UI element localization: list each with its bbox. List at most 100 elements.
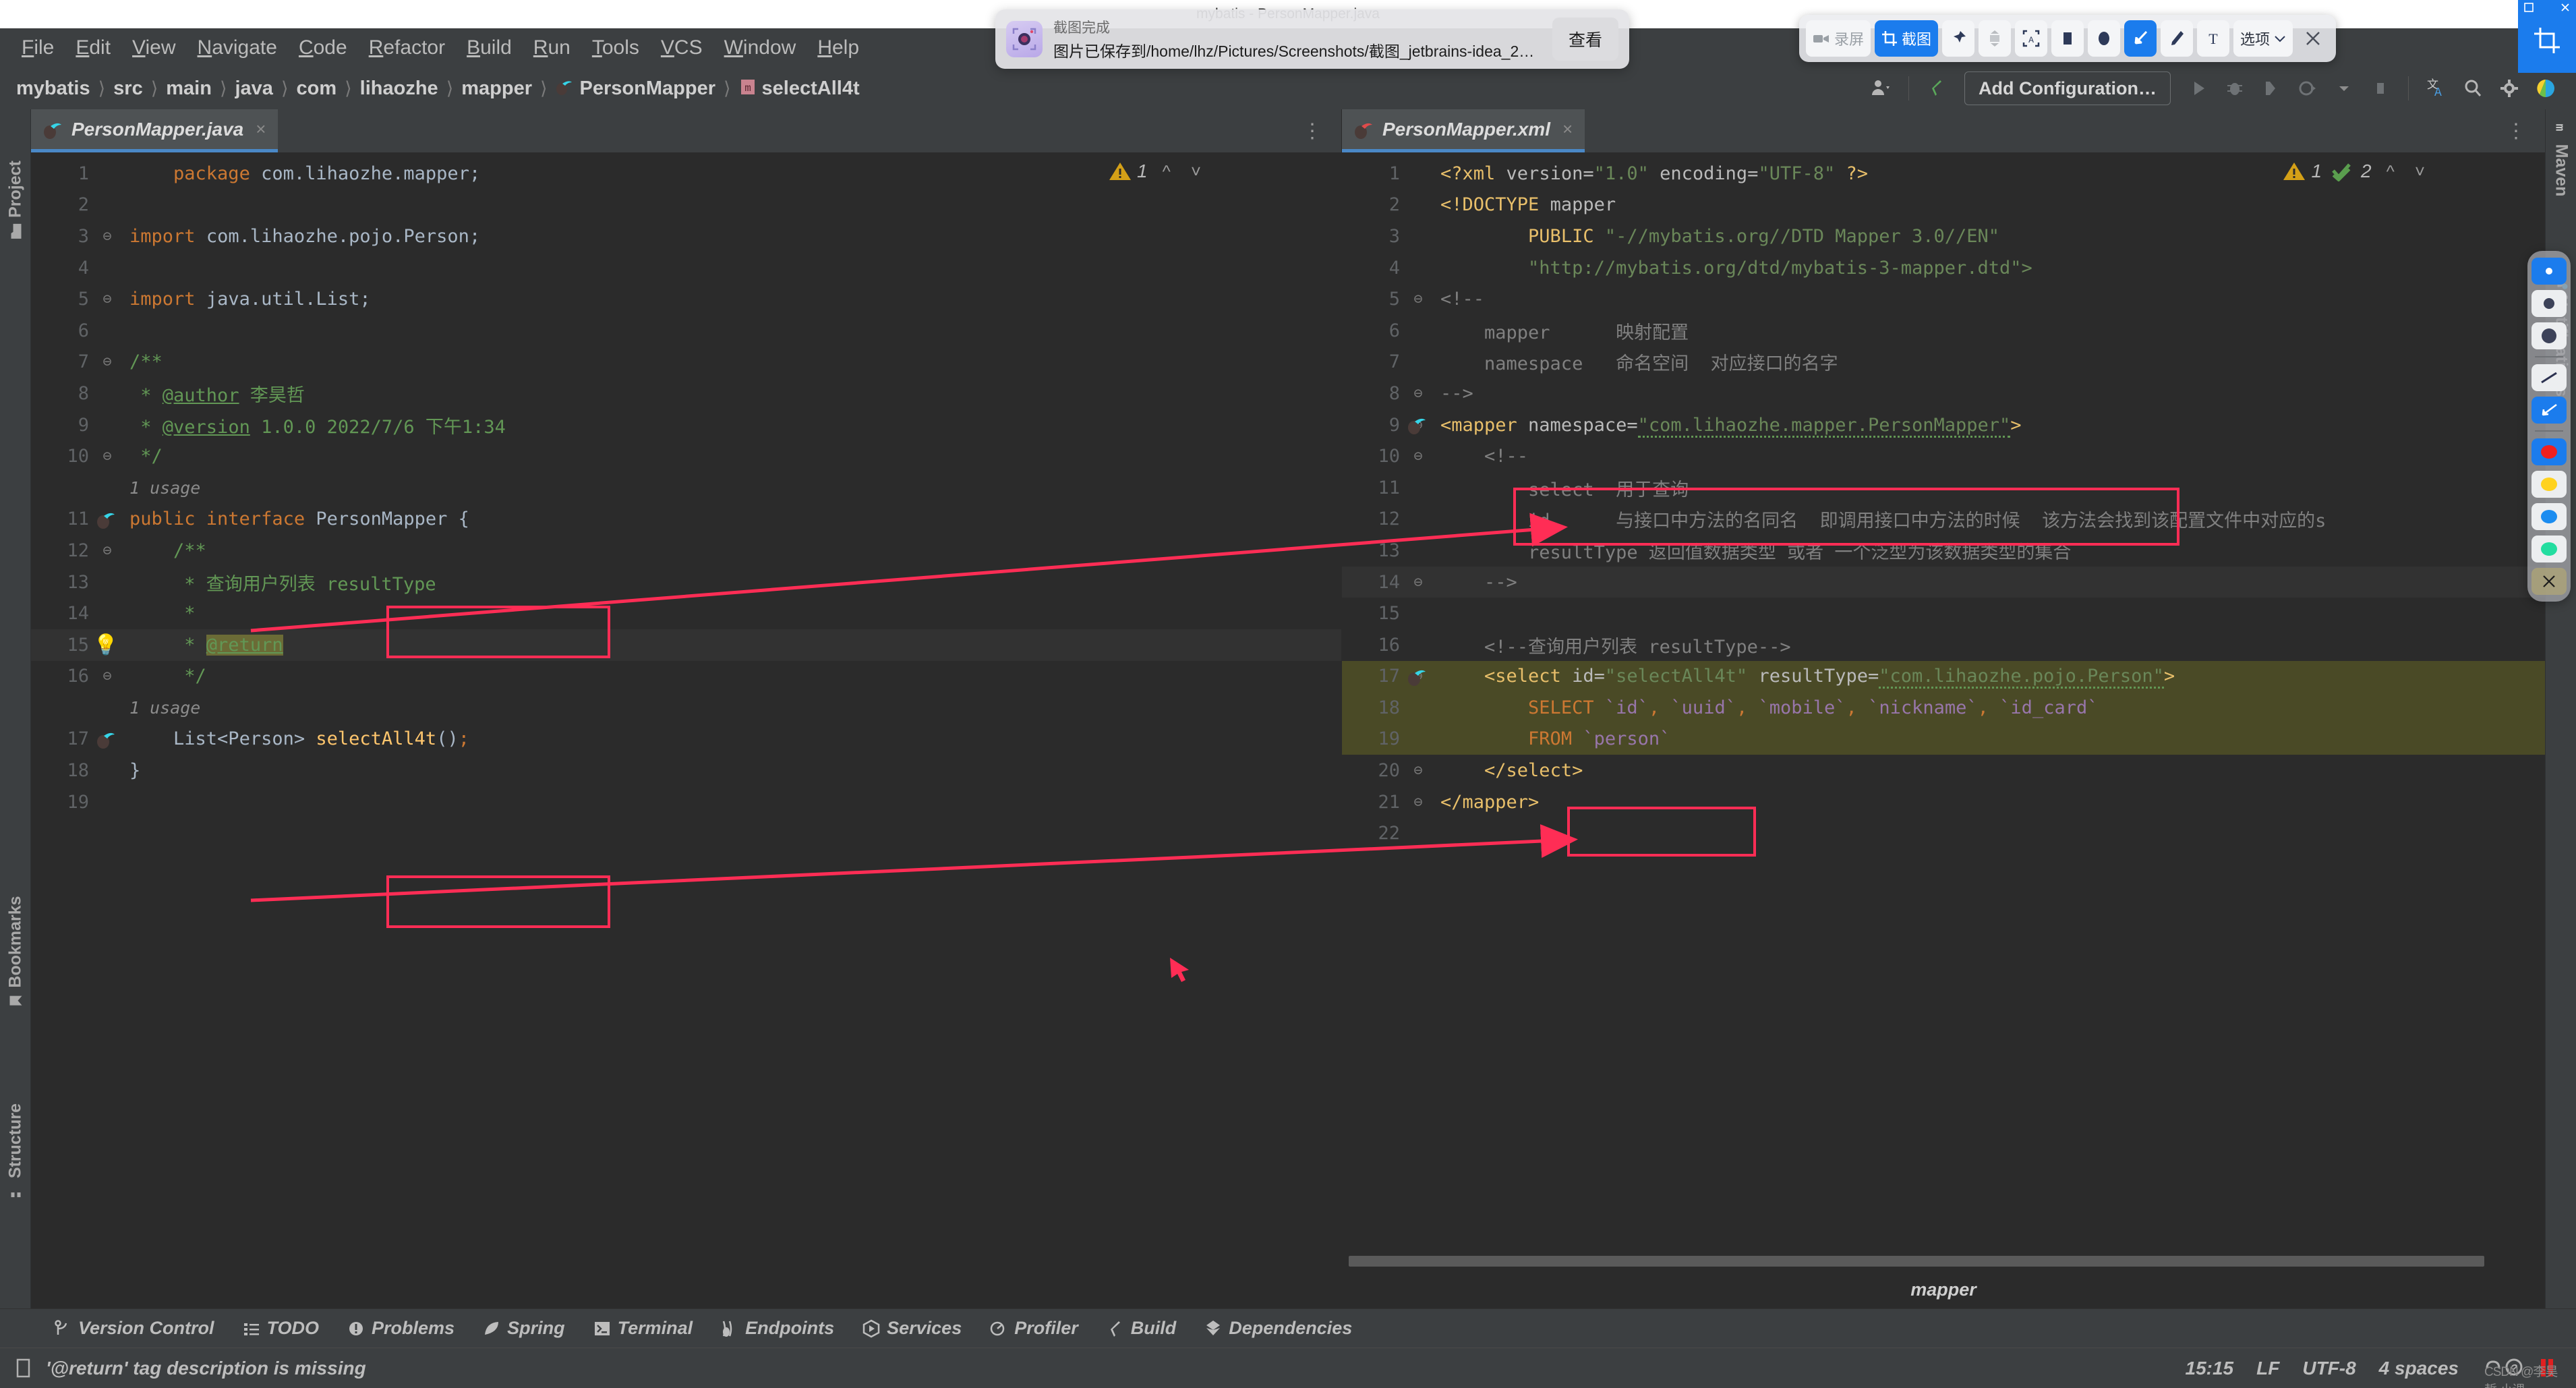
menu-code[interactable]: Code — [288, 34, 358, 62]
breadcrumb-selectall4t[interactable]: selectAll4t — [762, 78, 860, 100]
run-configuration-selector[interactable]: Add Configuration… — [1964, 71, 2171, 105]
capture-confirm-button[interactable] — [2518, 8, 2576, 73]
check-count-chip[interactable]: 2 — [2331, 161, 2372, 182]
maximize-icon[interactable] — [2523, 2, 2534, 13]
menu-build[interactable]: Build — [456, 34, 523, 62]
tool-todo[interactable]: TODO — [243, 1318, 319, 1339]
color-red-button[interactable] — [2531, 438, 2567, 465]
fold-marker[interactable]: ⊖ — [1400, 762, 1436, 779]
warning-count-chip[interactable]: 1 — [1109, 161, 1148, 182]
debug-icon[interactable] — [2217, 71, 2253, 105]
stroke-size-medium-button[interactable] — [2531, 290, 2567, 317]
breadcrumb-main[interactable]: main — [166, 78, 212, 100]
next-problem-icon[interactable]: ˅ — [2409, 161, 2430, 182]
intention-bulb-icon[interactable]: 💡 — [93, 633, 118, 657]
fold-marker[interactable]: ⊖ — [1400, 291, 1436, 308]
java-code-view[interactable]: 1 ^ ˅ 1 package com.lihaozhe.mapper; 2 3 ⊖ i… — [31, 152, 1341, 1308]
sidebar-item-maven[interactable]: m Maven — [2551, 123, 2571, 197]
profile-icon[interactable] — [2289, 71, 2326, 105]
pen-tool-button[interactable] — [2161, 20, 2194, 57]
stop-icon[interactable] — [2362, 71, 2399, 105]
close-palette-button[interactable] — [2531, 568, 2567, 595]
close-icon[interactable] — [2560, 2, 2571, 13]
options-button[interactable]: 选项 — [2233, 20, 2293, 57]
caret-position[interactable]: 15:15 — [2186, 1358, 2234, 1379]
color-blue-button[interactable] — [2531, 503, 2567, 530]
fold-marker[interactable]: ⊖ — [1400, 574, 1436, 591]
arrow-style-button[interactable] — [2531, 397, 2567, 424]
java-inspection-widget[interactable]: 1 ^ ˅ — [1109, 161, 1206, 182]
pin-button[interactable] — [1942, 20, 1975, 57]
menu-help[interactable]: Help — [807, 34, 870, 62]
horizontal-scrollbar[interactable] — [1349, 1256, 2484, 1267]
tool-endpoints[interactable]: Endpoints — [721, 1318, 834, 1339]
memory-indicator-icon[interactable] — [13, 1357, 34, 1380]
menu-view[interactable]: View — [121, 34, 186, 62]
next-problem-icon[interactable]: ˅ — [1185, 161, 1206, 182]
settings-gear-icon[interactable] — [2491, 71, 2527, 105]
menu-vcs[interactable]: VCS — [650, 34, 713, 62]
editor-options-icon[interactable]: ⋮ — [1295, 119, 1330, 143]
tool-problems[interactable]: Problems — [347, 1318, 455, 1339]
tool-dependencies[interactable]: Dependencies — [1204, 1318, 1352, 1339]
breadcrumb-com[interactable]: com — [296, 78, 336, 100]
sidebar-item-structure[interactable]: Structure — [5, 1103, 25, 1198]
stroke-size-small-button[interactable] — [2531, 258, 2567, 285]
fold-marker[interactable]: ⊖ — [1400, 385, 1436, 402]
stroke-size-large-button[interactable] — [2531, 322, 2567, 349]
tab-personmapper-xml[interactable]: PersonMapper.xml × — [1342, 109, 1585, 152]
tab-personmapper-java[interactable]: PersonMapper.java × — [31, 109, 279, 152]
warning-count-chip[interactable]: 1 — [2283, 161, 2322, 182]
text-tool-button[interactable]: T — [2197, 20, 2230, 57]
menu-edit[interactable]: Edit — [65, 34, 121, 62]
user-dropdown-icon[interactable] — [1863, 71, 1899, 105]
color-green-button[interactable] — [2531, 536, 2567, 562]
menu-refactor[interactable]: Refactor — [358, 34, 456, 62]
prev-problem-icon[interactable]: ^ — [2381, 161, 2400, 182]
ocr-button[interactable]: A — [2015, 20, 2048, 57]
notification-view-button[interactable]: 查看 — [1552, 18, 1618, 61]
ide-logo-icon[interactable] — [2527, 71, 2564, 105]
breadcrumb-mapper[interactable]: mapper — [461, 78, 532, 100]
line-separator[interactable]: LF — [2256, 1358, 2279, 1379]
file-encoding[interactable]: UTF-8 — [2302, 1358, 2355, 1379]
capture-button[interactable]: 截图 — [1875, 20, 1939, 57]
prev-problem-icon[interactable]: ^ — [1157, 161, 1176, 182]
breadcrumb-java[interactable]: java — [235, 78, 272, 100]
fold-marker[interactable]: ⊖ — [89, 448, 125, 465]
indent-setting[interactable]: 4 spaces — [2379, 1358, 2459, 1379]
chevron-down-icon[interactable] — [2326, 71, 2362, 105]
arrow-tool-button[interactable] — [2124, 20, 2157, 57]
tool-version-control[interactable]: Version Control — [54, 1318, 214, 1339]
rectangle-tool-button[interactable] — [2051, 20, 2084, 57]
run-with-coverage-icon[interactable] — [2253, 71, 2289, 105]
run-icon[interactable] — [2180, 71, 2217, 105]
sidebar-item-bookmarks[interactable]: Bookmarks — [5, 896, 25, 1008]
tab-close-icon[interactable]: × — [1562, 119, 1573, 140]
menu-window[interactable]: Window — [713, 34, 807, 62]
fold-marker[interactable]: ⊖ — [1400, 794, 1436, 811]
close-toolbar-button[interactable] — [2297, 20, 2329, 57]
tool-terminal[interactable]: Terminal — [593, 1318, 693, 1339]
scroll-capture-button[interactable] — [1979, 20, 2012, 57]
record-screen-button[interactable]: 录屏 — [1806, 20, 1871, 57]
menu-file[interactable]: File — [11, 34, 65, 62]
menu-navigate[interactable]: Navigate — [187, 34, 288, 62]
color-yellow-button[interactable] — [2531, 471, 2567, 498]
hammer-icon[interactable] — [1919, 71, 1955, 105]
xml-bottom-breadcrumb[interactable]: mapper — [1342, 1271, 2545, 1308]
xml-code-view[interactable]: 1 2 ^ ˅ 1 <?xml version="1.0" encoding="U… — [1342, 152, 2545, 1308]
menu-tools[interactable]: Tools — [581, 34, 650, 62]
translate-icon[interactable]: 文A — [2418, 71, 2455, 105]
tool-build[interactable]: Build — [1107, 1318, 1176, 1339]
sidebar-item-project[interactable]: Project — [5, 161, 25, 239]
fold-marker[interactable]: ⊖ — [89, 542, 125, 559]
tool-spring[interactable]: Spring — [483, 1318, 565, 1339]
breadcrumb-lihaozhe[interactable]: lihaozhe — [360, 78, 438, 100]
tool-services[interactable]: Services — [862, 1318, 962, 1339]
ellipse-tool-button[interactable] — [2088, 20, 2121, 57]
editor-options-icon[interactable]: ⋮ — [2499, 119, 2534, 143]
fold-marker[interactable]: ⊖ — [89, 291, 125, 308]
search-icon[interactable] — [2455, 71, 2491, 105]
tool-profiler[interactable]: Profiler — [990, 1318, 1078, 1339]
